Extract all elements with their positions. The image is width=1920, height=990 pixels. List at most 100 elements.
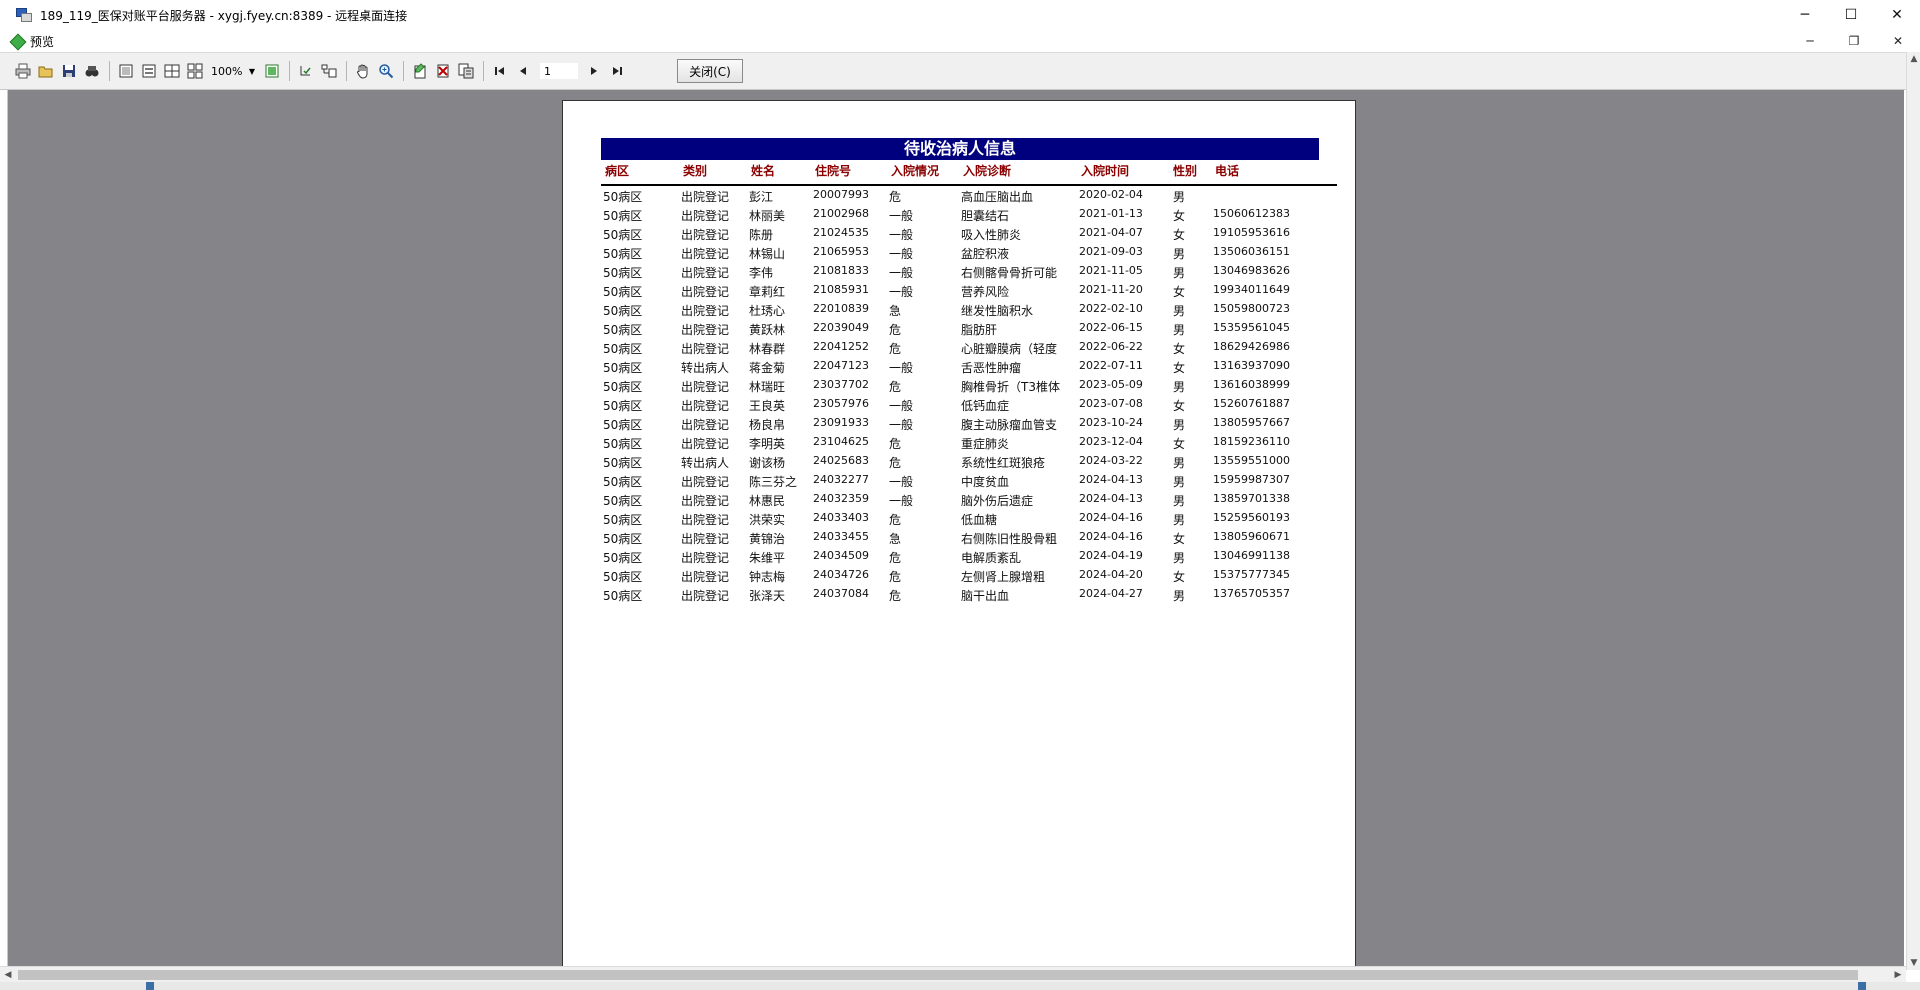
two-pages-icon[interactable] <box>161 60 183 82</box>
table-row: 50病区 出院登记 洪荣实 24033403 危 低血糖 2024-04-16 男 152595… <box>563 510 1357 529</box>
table-row: 50病区 出院登记 彭江 20007993 危 高血压脑出血 2020-02-04 男 <box>563 187 1357 206</box>
cell-category: 出院登记 <box>681 399 730 413</box>
zoom-select[interactable]: 100% ▼ <box>207 61 259 81</box>
cell-admission-no: 24033455 <box>813 530 869 543</box>
table-row: 50病区 出院登记 杜琇心 22010839 急 继发性脑积水 2022-02-10 男 150… <box>563 301 1357 320</box>
cell-admit-time: 2024-04-13 <box>1079 473 1143 486</box>
table-row: 50病区 出院登记 王良英 23057976 一般 低钙血症 2023-07-08 女 1526… <box>563 396 1357 415</box>
vertical-scrollbar[interactable]: ▲ ▼ <box>1906 52 1920 970</box>
horizontal-scroll-thumb[interactable] <box>18 970 1858 980</box>
cell-name: 林春群 <box>749 342 786 356</box>
scroll-down-icon[interactable]: ▼ <box>1907 956 1920 970</box>
cell-category: 出院登记 <box>681 475 730 489</box>
horizontal-scrollbar[interactable]: ◀ ▶ <box>0 966 1906 982</box>
cell-diagnosis: 脑外伤后遗症 <box>961 494 1034 508</box>
cell-gender: 女 <box>1173 209 1186 223</box>
close-preview-button[interactable]: 关闭(C) <box>677 59 743 83</box>
cell-diagnosis: 重症肺炎 <box>961 437 1010 451</box>
inner-restore-button[interactable]: ❐ <box>1832 30 1876 52</box>
hand-icon[interactable] <box>352 60 374 82</box>
cell-category: 转出病人 <box>681 456 730 470</box>
outline-icon[interactable] <box>295 60 317 82</box>
cell-category: 出院登记 <box>681 380 730 394</box>
cell-name: 黄跃林 <box>749 323 786 337</box>
cell-name: 章莉红 <box>749 285 786 299</box>
cell-condition: 危 <box>889 513 902 527</box>
cell-ward: 50病区 <box>603 342 643 356</box>
zoom-value: 100% <box>211 64 243 78</box>
cell-gender: 男 <box>1173 494 1186 508</box>
cell-category: 出院登记 <box>681 247 730 261</box>
cell-admit-time: 2020-02-04 <box>1079 188 1143 201</box>
next-page-icon[interactable] <box>583 60 605 82</box>
cell-diagnosis: 腹主动脉瘤血管支 <box>961 418 1058 432</box>
cell-admission-no: 23057976 <box>813 397 869 410</box>
cell-gender: 男 <box>1173 380 1186 394</box>
cell-admit-time: 2023-10-24 <box>1079 416 1143 429</box>
toolbar-separator <box>483 61 484 81</box>
last-page-icon[interactable] <box>606 60 628 82</box>
header-admit-time: 入院时间 <box>1081 164 1130 178</box>
thumbnail-icon[interactable] <box>318 60 340 82</box>
inner-close-button[interactable]: ✕ <box>1876 30 1920 52</box>
rdp-titlebar: 189_119_医保对账平台服务器 - xygj.fyey.cn:8389 - … <box>0 0 1920 30</box>
scroll-up-icon[interactable]: ▲ <box>1907 52 1920 66</box>
cell-diagnosis: 右侧髂骨骨折可能 <box>961 266 1058 280</box>
table-row: 50病区 出院登记 林瑞旺 23037702 危 胸椎骨折（T3椎体 2023-05-09 男… <box>563 377 1357 396</box>
single-page-icon[interactable] <box>261 60 283 82</box>
cell-name: 陈册 <box>749 228 774 242</box>
prev-page-icon[interactable] <box>512 60 534 82</box>
open-icon[interactable] <box>35 60 57 82</box>
table-row: 50病区 出院登记 林春群 22041252 危 心脏瓣膜病（轻度 2022-06-22 女 1… <box>563 339 1357 358</box>
toolbar-separator <box>109 61 110 81</box>
cell-admission-no: 24032277 <box>813 473 869 486</box>
page-fit-icon[interactable] <box>115 60 137 82</box>
cell-condition: 一般 <box>889 285 914 299</box>
cell-admit-time: 2024-04-20 <box>1079 568 1143 581</box>
minimize-button[interactable]: ─ <box>1782 0 1828 30</box>
magnifier-icon[interactable] <box>375 60 397 82</box>
cell-diagnosis: 继发性脑积水 <box>961 304 1034 318</box>
cell-phone: 13805960671 <box>1213 530 1290 543</box>
cell-name: 李伟 <box>749 266 774 280</box>
cell-category: 出院登记 <box>681 589 730 603</box>
report-title: 待收治病人信息 <box>601 138 1319 160</box>
cell-ward: 50病区 <box>603 228 643 242</box>
cell-admit-time: 2021-11-20 <box>1079 283 1143 296</box>
cell-name: 彭江 <box>749 190 774 204</box>
scroll-right-icon[interactable]: ▶ <box>1890 967 1906 983</box>
inner-minimize-button[interactable]: ─ <box>1788 30 1832 52</box>
table-row: 50病区 出院登记 黄跃林 22039049 危 脂肪肝 2022-06-15 男 153595… <box>563 320 1357 339</box>
save-icon[interactable] <box>58 60 80 82</box>
cell-name: 黄锦治 <box>749 532 786 546</box>
cell-name: 杨良帛 <box>749 418 786 432</box>
maximize-button[interactable]: ☐ <box>1828 0 1874 30</box>
cell-ward: 50病区 <box>603 285 643 299</box>
cell-gender: 女 <box>1173 399 1186 413</box>
first-page-icon[interactable] <box>489 60 511 82</box>
cell-condition: 危 <box>889 456 902 470</box>
cell-diagnosis: 右侧陈旧性股骨粗 <box>961 532 1058 546</box>
scroll-left-icon[interactable]: ◀ <box>0 967 16 983</box>
cell-phone: 13805957667 <box>1213 416 1290 429</box>
cell-admit-time: 2021-09-03 <box>1079 245 1143 258</box>
find-icon[interactable] <box>81 60 103 82</box>
preview-canvas[interactable]: 待收治病人信息 病区 类别 姓名 住院号 入院情况 入院诊断 入院时间 性别 电… <box>8 90 1904 966</box>
four-pages-icon[interactable] <box>184 60 206 82</box>
delete-page-icon[interactable] <box>432 60 454 82</box>
edit-page-icon[interactable] <box>409 60 431 82</box>
cell-condition: 危 <box>889 437 902 451</box>
cell-condition: 一般 <box>889 361 914 375</box>
cell-name: 林瑞旺 <box>749 380 786 394</box>
copy-page-icon[interactable] <box>455 60 477 82</box>
cell-gender: 男 <box>1173 551 1186 565</box>
cell-ward: 50病区 <box>603 304 643 318</box>
cell-admission-no: 22039049 <box>813 321 869 334</box>
cell-condition: 一般 <box>889 475 914 489</box>
print-icon[interactable] <box>12 60 34 82</box>
cell-category: 出院登记 <box>681 342 730 356</box>
page-width-icon[interactable] <box>138 60 160 82</box>
page-number-input[interactable]: 1 <box>539 62 579 80</box>
cell-admission-no: 21065953 <box>813 245 869 258</box>
close-window-button[interactable]: ✕ <box>1874 0 1920 30</box>
